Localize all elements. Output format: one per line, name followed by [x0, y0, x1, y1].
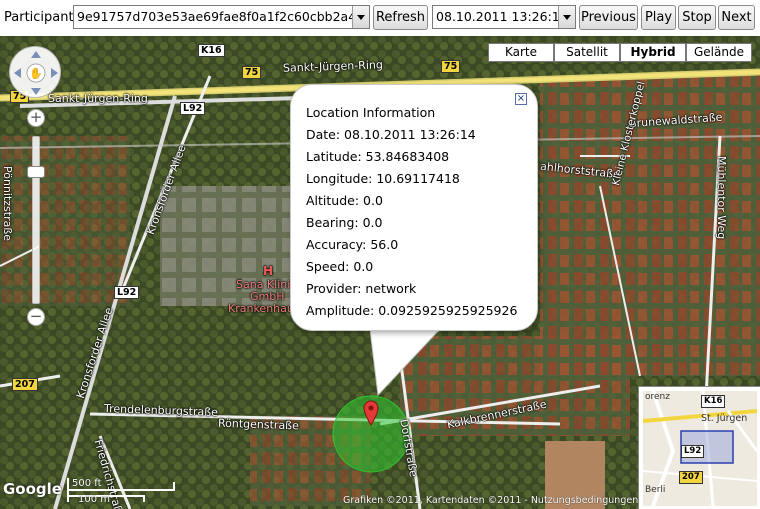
overview-label: St. Jürgen [701, 413, 748, 424]
hospital-icon: H [263, 264, 274, 278]
overview-label: Berli [645, 485, 666, 495]
info-altitude: Altitude: 0.0 [306, 193, 383, 208]
info-date: Date: 08.10.2011 13:26:14 [306, 127, 476, 142]
map-canvas[interactable]: K16 75 75 75 L92 L92 207 Sankt-Jürgen-Ri… [0, 36, 760, 509]
zoom-in-button[interactable]: + [27, 109, 45, 127]
overview-road-shield: L92 [681, 445, 705, 458]
overview-map-canvas[interactable]: orenz K16 St. Jürgen L92 207 Berli [643, 391, 757, 506]
road-shield-k16: K16 [198, 44, 225, 57]
chevron-down-icon[interactable] [558, 6, 575, 28]
road-shield-207: 207 [12, 378, 38, 391]
google-logo[interactable]: Google [3, 480, 62, 498]
overview-label: orenz [645, 392, 670, 402]
street-label: Pönnitzstraße [1, 166, 14, 242]
overview-road-shield: K16 [701, 395, 726, 408]
street-label: Röntgenstraße [217, 416, 300, 433]
road-shield-l92: L92 [114, 286, 140, 299]
road-shield-75: 75 [441, 60, 461, 73]
info-speed: Speed: 0.0 [306, 259, 374, 274]
toolbar: Participant: 9e91757d703e53ae69fae8f0a1f… [0, 0, 760, 36]
info-longitude: Longitude: 10.69117418 [306, 171, 460, 186]
stop-button[interactable]: Stop [678, 5, 716, 30]
zoom-out-button[interactable]: − [27, 308, 45, 326]
scale-feet: 500 ft [72, 478, 102, 489]
close-icon[interactable]: × [515, 93, 527, 105]
info-provider: Provider: network [306, 281, 417, 296]
zoom-slider-track[interactable] [32, 136, 40, 304]
poi-label: Krankenhaus [228, 302, 300, 315]
previous-button[interactable]: Previous [579, 5, 638, 30]
info-bearing: Bearing: 0.0 [306, 215, 383, 230]
maptype-button-hybrid[interactable]: Hybrid [620, 43, 686, 62]
next-button[interactable]: Next [718, 5, 755, 30]
play-button[interactable]: Play [641, 5, 676, 30]
overview-map[interactable]: orenz K16 St. Jürgen L92 207 Berli [638, 386, 760, 509]
svg-text:✋: ✋ [29, 67, 43, 80]
overview-road-shield: 207 [679, 471, 703, 484]
info-latitude: Latitude: 53.84683408 [306, 149, 450, 164]
street-label: Mühlentor Weg [715, 156, 728, 240]
info-accuracy: Accuracy: 56.0 [306, 237, 399, 252]
timestamp-value: 08.10.2011 13:26:14 [436, 9, 568, 24]
timestamp-select[interactable]: 08.10.2011 13:26:14 [432, 5, 576, 29]
pan-arrows-icon[interactable]: ✋ [10, 47, 62, 99]
participant-value: 9e91757d703e53ae69fae8f0a1f2c60cbb2a42bb [77, 9, 370, 24]
zoom-slider-handle[interactable] [27, 166, 45, 178]
info-window: Location Information Date: 08.10.2011 13… [290, 84, 538, 331]
refresh-button[interactable]: Refresh [373, 5, 428, 30]
street-label: Sankt-Jürgen-Ring [48, 92, 148, 105]
scale-meters: 100 m [78, 494, 111, 505]
participant-label: Participant: [4, 10, 78, 25]
info-title: Location Information [306, 105, 436, 120]
map-attribution[interactable]: Grafiken ©2011, Kartendaten ©2011 - Nutz… [343, 495, 638, 506]
pan-control[interactable]: ✋ [9, 46, 61, 98]
maptype-button-karte[interactable]: Karte [488, 43, 554, 62]
info-amplitude: Amplitude: 0.0925925925925926 [306, 303, 518, 318]
participant-select[interactable]: 9e91757d703e53ae69fae8f0a1f2c60cbb2a42bb [73, 5, 370, 29]
info-window-tail [370, 329, 440, 397]
maptype-button-satellit[interactable]: Satellit [554, 43, 620, 62]
maptype-button-gelaende[interactable]: Gelände [686, 43, 752, 62]
road-shield-75: 75 [242, 66, 262, 79]
chevron-down-icon[interactable] [352, 6, 369, 28]
location-marker-icon[interactable] [363, 400, 379, 426]
scale-bar: 500 ft 100 m [66, 476, 176, 506]
road-shield-l92: L92 [180, 102, 206, 115]
